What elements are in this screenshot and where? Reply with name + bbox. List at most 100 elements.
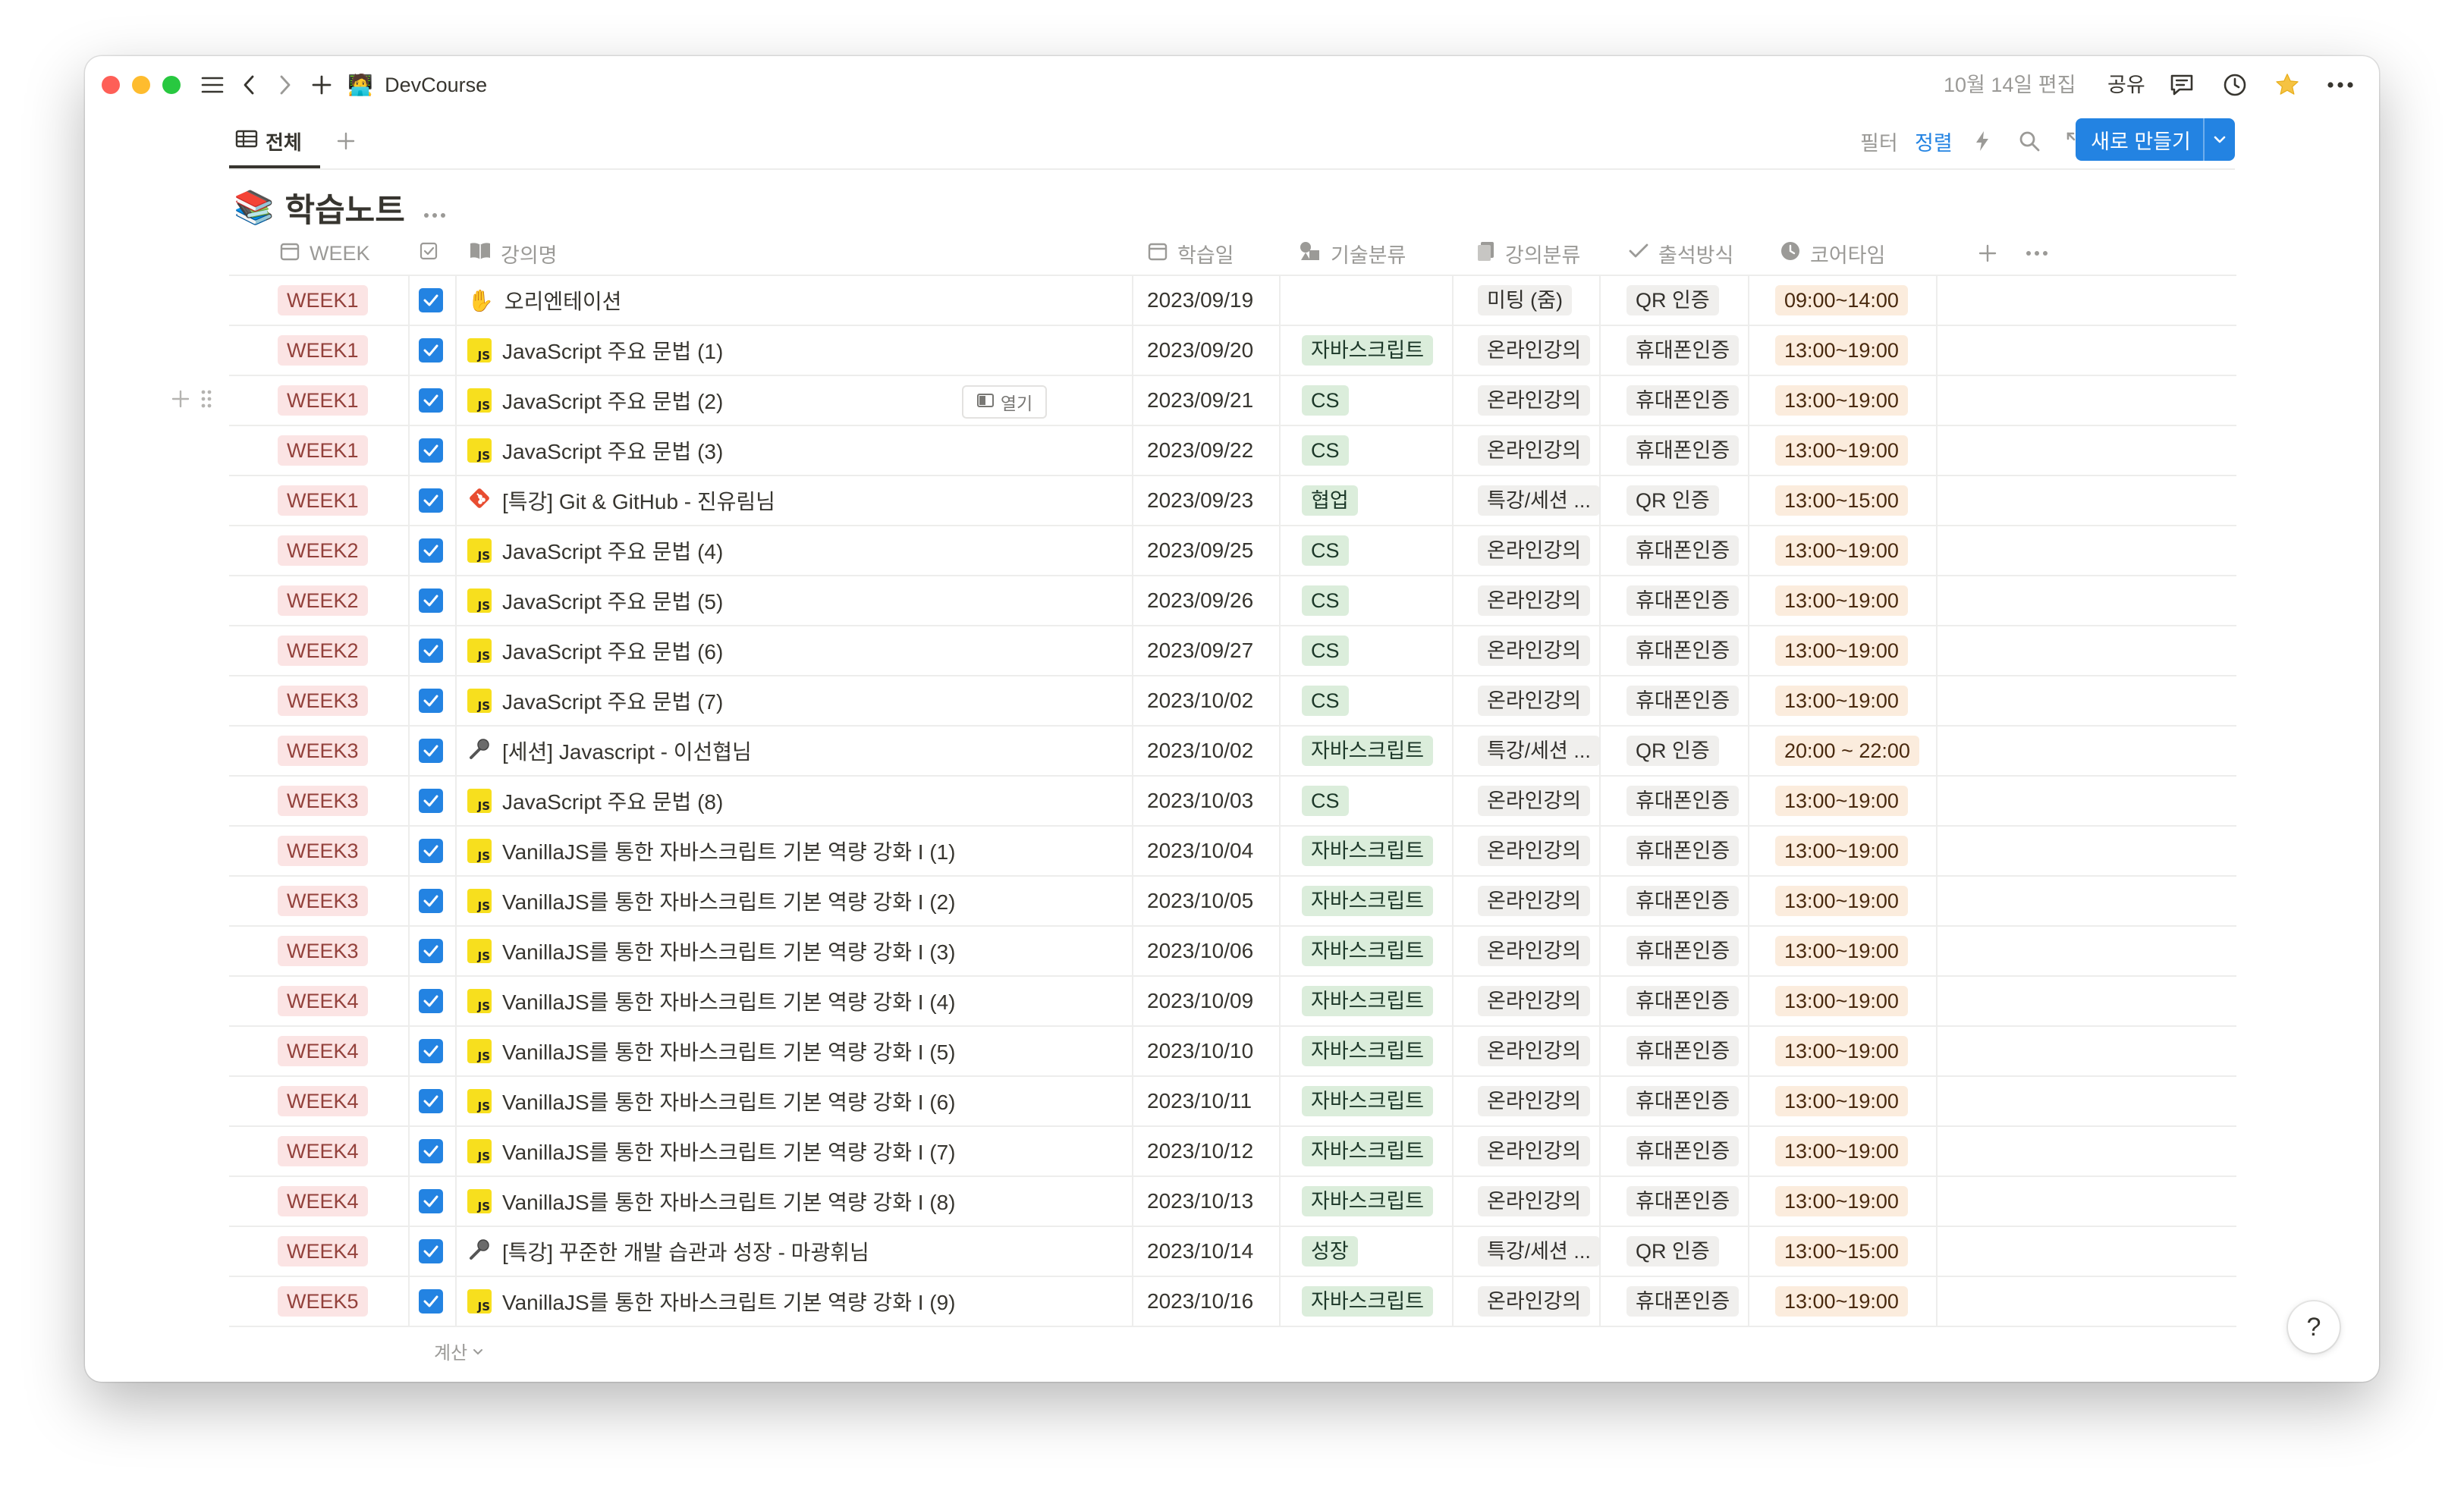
checked-checkbox-icon[interactable]: [419, 1289, 443, 1314]
forward-arrow-icon[interactable]: [272, 70, 299, 100]
week-cell[interactable]: WEEK3: [278, 676, 368, 725]
week-cell[interactable]: WEEK3: [278, 877, 368, 925]
lecture-type-cell[interactable]: 온라인강의: [1478, 676, 1591, 725]
lecture-type-cell[interactable]: 온라인강의: [1478, 426, 1591, 475]
study-date-cell[interactable]: 2023/09/19: [1147, 276, 1253, 325]
study-date-cell[interactable]: 2023/10/09: [1147, 977, 1253, 1025]
core-time-cell[interactable]: 20:00 ~ 22:00: [1775, 727, 1919, 775]
study-date-cell[interactable]: 2023/10/10: [1147, 1027, 1253, 1075]
lecture-type-cell[interactable]: 온라인강의: [1478, 326, 1591, 375]
tech-category-cell[interactable]: CS: [1302, 526, 1349, 575]
core-time-cell[interactable]: 13:00~19:00: [1775, 376, 1908, 425]
lecture-name-cell[interactable]: JavaScript 주요 문법 (3): [467, 426, 723, 475]
lecture-name-cell[interactable]: VanillaJS를 통한 자바스크립트 기본 역량 강화 I (1): [467, 827, 956, 875]
lecture-name-cell[interactable]: ✋ 오리엔테이션: [467, 276, 621, 325]
checked-checkbox-icon[interactable]: [419, 989, 443, 1013]
favorite-star-icon[interactable]: [2271, 70, 2303, 100]
core-time-cell[interactable]: 13:00~19:00: [1775, 526, 1908, 575]
close-window-button[interactable]: [102, 76, 120, 94]
tech-category-cell[interactable]: 자바스크립트: [1302, 1177, 1434, 1226]
lecture-name-cell[interactable]: [특강] 꾸준한 개발 습관과 성장 - 마광휘님: [467, 1227, 869, 1276]
done-checkbox[interactable]: [419, 727, 443, 775]
core-time-cell[interactable]: 13:00~19:00: [1775, 1127, 1908, 1175]
attendance-cell[interactable]: 휴대폰인증: [1626, 526, 1740, 575]
week-cell[interactable]: WEEK4: [278, 1227, 368, 1276]
tech-category-cell[interactable]: 성장: [1302, 1227, 1358, 1276]
sidebar-menu-icon[interactable]: [197, 70, 228, 100]
week-cell[interactable]: WEEK1: [278, 426, 368, 475]
done-checkbox[interactable]: [419, 1277, 443, 1326]
column-header-tech[interactable]: 기술분류: [1299, 232, 1406, 275]
lecture-name-cell[interactable]: VanillaJS를 통한 자바스크립트 기본 역량 강화 I (3): [467, 927, 956, 975]
done-checkbox[interactable]: [419, 1077, 443, 1125]
attendance-cell[interactable]: 휴대폰인증: [1626, 1027, 1740, 1075]
new-page-plus-icon[interactable]: [308, 70, 335, 100]
attendance-cell[interactable]: 휴대폰인증: [1626, 777, 1740, 825]
search-icon[interactable]: [2018, 124, 2041, 158]
core-time-cell[interactable]: 13:00~19:00: [1775, 777, 1908, 825]
lecture-type-cell[interactable]: 온라인강의: [1478, 877, 1591, 925]
automation-lightning-icon[interactable]: [1974, 124, 1991, 158]
lecture-type-cell[interactable]: 온라인강의: [1478, 1127, 1591, 1175]
study-date-cell[interactable]: 2023/10/14: [1147, 1227, 1253, 1276]
lecture-type-cell[interactable]: 특강/세션 ...: [1478, 476, 1600, 525]
done-checkbox[interactable]: [419, 1027, 443, 1075]
drag-handle-icon[interactable]: [200, 388, 212, 413]
lecture-name-cell[interactable]: JavaScript 주요 문법 (1): [467, 326, 723, 375]
study-date-cell[interactable]: 2023/10/05: [1147, 877, 1253, 925]
study-date-cell[interactable]: 2023/09/25: [1147, 526, 1253, 575]
more-options-icon[interactable]: [2324, 70, 2356, 100]
zoom-window-button[interactable]: [162, 76, 181, 94]
core-time-cell[interactable]: 13:00~19:00: [1775, 927, 1908, 975]
study-date-cell[interactable]: 2023/09/26: [1147, 576, 1253, 625]
week-cell[interactable]: WEEK2: [278, 576, 368, 625]
share-button[interactable]: 공유: [2107, 70, 2145, 100]
chevron-down-icon[interactable]: [2205, 135, 2235, 144]
lecture-name-cell[interactable]: [세션] Javascript - 이선협님: [467, 727, 752, 775]
study-date-cell[interactable]: 2023/10/13: [1147, 1177, 1253, 1226]
tech-category-cell[interactable]: 자바스크립트: [1302, 326, 1434, 375]
checked-checkbox-icon[interactable]: [419, 1139, 443, 1163]
checked-checkbox-icon[interactable]: [419, 889, 443, 913]
lecture-type-cell[interactable]: 온라인강의: [1478, 1027, 1591, 1075]
done-checkbox[interactable]: [419, 476, 443, 525]
help-button[interactable]: ?: [2288, 1301, 2340, 1353]
core-time-cell[interactable]: 13:00~19:00: [1775, 626, 1908, 675]
core-time-cell[interactable]: 13:00~19:00: [1775, 326, 1908, 375]
week-cell[interactable]: WEEK1: [278, 276, 368, 325]
study-date-cell[interactable]: 2023/10/11: [1147, 1077, 1252, 1125]
checked-checkbox-icon[interactable]: [419, 1239, 443, 1263]
core-time-cell[interactable]: 13:00~19:00: [1775, 1027, 1908, 1075]
lecture-name-cell[interactable]: JavaScript 주요 문법 (8): [467, 777, 723, 825]
checked-checkbox-icon[interactable]: [419, 388, 443, 413]
week-cell[interactable]: WEEK3: [278, 777, 368, 825]
column-header-core-time[interactable]: 코어타임: [1780, 232, 1885, 275]
lecture-type-cell[interactable]: 온라인강의: [1478, 1177, 1591, 1226]
tech-category-cell[interactable]: 자바스크립트: [1302, 877, 1434, 925]
attendance-cell[interactable]: 휴대폰인증: [1626, 1077, 1740, 1125]
week-cell[interactable]: WEEK1: [278, 326, 368, 375]
week-cell[interactable]: WEEK1: [278, 376, 368, 425]
lecture-type-cell[interactable]: 온라인강의: [1478, 1077, 1591, 1125]
done-checkbox[interactable]: [419, 927, 443, 975]
column-header-lecture-type[interactable]: 강의분류: [1476, 232, 1580, 275]
new-item-button[interactable]: 새로 만들기: [2076, 118, 2235, 161]
attendance-cell[interactable]: 휴대폰인증: [1626, 927, 1740, 975]
core-time-cell[interactable]: 13:00~19:00: [1775, 1277, 1908, 1326]
week-cell[interactable]: WEEK2: [278, 626, 368, 675]
attendance-cell[interactable]: 휴대폰인증: [1626, 1127, 1740, 1175]
checked-checkbox-icon[interactable]: [419, 538, 443, 563]
column-header-date[interactable]: 학습일: [1147, 232, 1234, 275]
column-header-attendance[interactable]: 출석방식: [1628, 232, 1733, 275]
lecture-type-cell[interactable]: 온라인강의: [1478, 927, 1591, 975]
lecture-type-cell[interactable]: 온라인강의: [1478, 376, 1591, 425]
add-view-plus-icon[interactable]: [331, 124, 361, 158]
lecture-name-cell[interactable]: [특강] Git & GitHub - 진유림님: [467, 476, 775, 525]
lecture-name-cell[interactable]: VanillaJS를 통한 자바스크립트 기본 역량 강화 I (9): [467, 1277, 956, 1326]
attendance-cell[interactable]: 휴대폰인증: [1626, 426, 1740, 475]
core-time-cell[interactable]: 13:00~15:00: [1775, 476, 1908, 525]
back-arrow-icon[interactable]: [235, 70, 262, 100]
comments-icon[interactable]: [2167, 70, 2197, 100]
done-checkbox[interactable]: [419, 877, 443, 925]
tech-category-cell[interactable]: CS: [1302, 376, 1349, 425]
